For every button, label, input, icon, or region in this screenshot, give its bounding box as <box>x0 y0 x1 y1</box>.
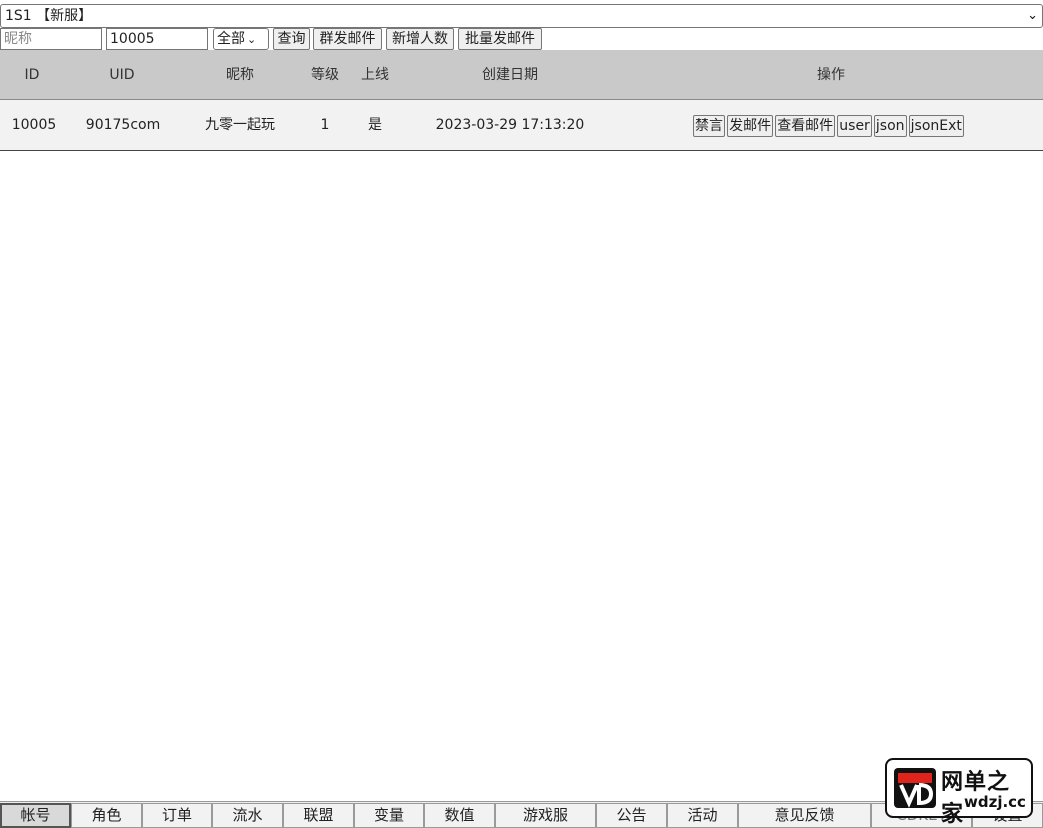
header-id: ID <box>24 67 40 83</box>
header-created: 创建日期 <box>482 67 538 83</box>
header-uid: UID <box>109 67 135 83</box>
row-actions: 禁言 发邮件 查看邮件 user json jsonExt <box>693 115 964 137</box>
tab-variables[interactable]: 变量 <box>354 803 424 828</box>
tab-values[interactable]: 数值 <box>424 803 495 828</box>
tab-activity[interactable]: 活动 <box>667 803 738 828</box>
chevron-down-icon: ⌄ <box>1027 8 1038 23</box>
query-button[interactable]: 查询 <box>273 28 310 50</box>
header-level: 等级 <box>311 67 339 83</box>
cell-online: 是 <box>368 117 382 133</box>
header-actions: 操作 <box>817 67 845 83</box>
filter-select[interactable]: 全部 ⌄ <box>213 28 269 50</box>
chevron-down-icon: ⌄ <box>247 33 257 46</box>
header-nickname: 昵称 <box>226 67 254 83</box>
wdzj-logo-icon <box>894 768 936 808</box>
filter-select-value: 全部 <box>217 31 245 47</box>
cell-id: 10005 <box>11 117 57 133</box>
mute-button[interactable]: 禁言 <box>693 115 725 137</box>
tab-flow[interactable]: 流水 <box>212 803 283 828</box>
cell-uid: 90175com <box>85 117 161 133</box>
nickname-input[interactable]: 昵称 <box>0 28 102 50</box>
watermark-subtitle: wdzj.cc <box>964 793 1026 811</box>
tab-alliance[interactable]: 联盟 <box>283 803 354 828</box>
cell-nickname: 九零一起玩 <box>205 117 275 133</box>
tab-game-server[interactable]: 游戏服 <box>495 803 596 828</box>
tab-orders[interactable]: 订单 <box>142 803 212 828</box>
watermark-badge: 网单之家 wdzj.cc <box>885 758 1033 827</box>
server-select-value: 1S1 【新服】 <box>5 8 93 24</box>
tab-feedback[interactable]: 意见反馈 <box>738 803 871 828</box>
tab-role[interactable]: 角色 <box>71 803 142 828</box>
toolbar: 昵称 10005 全部 ⌄ 查询 群发邮件 新增人数 批量发邮件 <box>0 28 1043 50</box>
new-users-button[interactable]: 新增人数 <box>386 28 454 50</box>
server-select[interactable]: 1S1 【新服】 ⌄ <box>0 4 1043 28</box>
cell-level: 1 <box>320 117 330 133</box>
user-button[interactable]: user <box>837 115 872 137</box>
view-mail-button[interactable]: 查看邮件 <box>775 115 836 137</box>
uid-input[interactable]: 10005 <box>106 28 208 50</box>
table-header: ID UID 昵称 等级 上线 创建日期 操作 <box>0 50 1043 100</box>
cell-created: 2023-03-29 17:13:20 <box>435 117 585 133</box>
tab-account[interactable]: 帐号 <box>0 803 71 828</box>
send-mail-button[interactable]: 发邮件 <box>727 115 774 137</box>
batch-mail-button[interactable]: 批量发邮件 <box>458 28 542 50</box>
tab-announcement[interactable]: 公告 <box>596 803 667 828</box>
json-ext-button[interactable]: jsonExt <box>908 115 964 137</box>
header-online: 上线 <box>361 67 389 83</box>
json-button[interactable]: json <box>873 115 907 137</box>
mass-mail-button[interactable]: 群发邮件 <box>313 28 382 50</box>
table-row: 10005 90175com 九零一起玩 1 是 2023-03-29 17:1… <box>0 100 1043 151</box>
